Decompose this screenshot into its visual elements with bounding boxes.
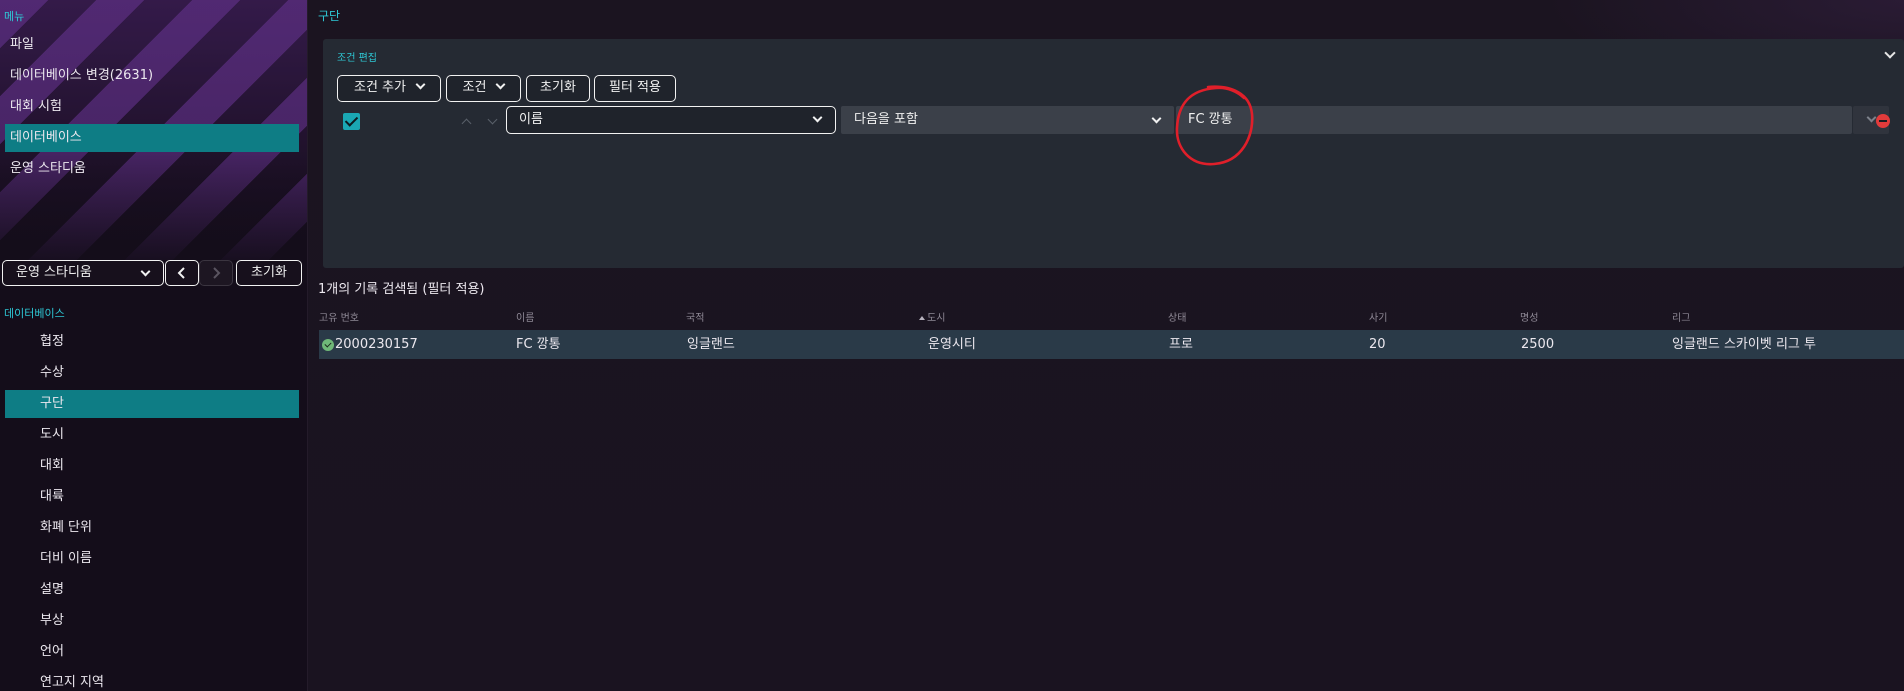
filter-panel: 조건 편집 조건 추가 조건 초기화 필터 적용 이름 다음을 포함 xyxy=(323,39,1904,268)
column-header-city[interactable]: 도시 xyxy=(919,309,945,324)
check-circle-icon xyxy=(322,339,334,351)
db-item-cities[interactable]: 도시 xyxy=(5,421,299,449)
add-condition-label: 조건 추가 xyxy=(354,80,406,95)
chevron-left-icon xyxy=(177,267,185,279)
condition-operator-select[interactable]: 다음을 포함 xyxy=(841,106,1174,134)
cell-reputation: 2500 xyxy=(1521,337,1555,352)
menu-item-database[interactable]: 데이터베이스 xyxy=(5,124,299,152)
column-header-reputation[interactable]: 명성 xyxy=(1520,309,1538,324)
column-header-morale[interactable]: 사기 xyxy=(1369,309,1387,324)
column-header-league[interactable]: 리그 xyxy=(1672,309,1690,324)
table-row[interactable]: 2000230157 FC 깡통 잉글랜드 운영시티 프로 20 2500 잉글… xyxy=(319,330,1904,359)
condition-enabled-checkbox[interactable] xyxy=(343,113,360,130)
db-item-derby-names[interactable]: 더비 이름 xyxy=(5,545,299,573)
condition-button[interactable]: 조건 xyxy=(446,75,521,102)
column-header-nationality[interactable]: 국적 xyxy=(686,309,704,324)
add-condition-button[interactable]: 조건 추가 xyxy=(337,75,441,102)
cell-status: 프로 xyxy=(1169,337,1193,352)
menu-item-competition-test[interactable]: 대회 시험 xyxy=(5,93,299,121)
sidebar: 메뉴 파일 데이터베이스 변경(2631) 대회 시험 데이터베이스 운영 스타… xyxy=(0,0,308,691)
db-item-descriptions[interactable]: 설명 xyxy=(5,576,299,604)
menu-item-file[interactable]: 파일 xyxy=(5,31,299,59)
db-item-agreement[interactable]: 협정 xyxy=(5,328,299,356)
condition-field-value: 이름 xyxy=(519,112,543,127)
menu-section-label: 메뉴 xyxy=(4,10,25,23)
chevron-down-icon xyxy=(496,79,506,90)
apply-filter-button[interactable]: 필터 적용 xyxy=(594,75,676,102)
filter-panel-title: 조건 편집 xyxy=(337,53,377,64)
cell-city: 운영시티 xyxy=(928,337,976,352)
chevron-down-icon xyxy=(1151,113,1162,124)
db-item-continents[interactable]: 대륙 xyxy=(5,483,299,511)
column-header-status[interactable]: 상태 xyxy=(1168,309,1186,324)
db-item-clubs[interactable]: 구단 xyxy=(5,390,299,418)
db-item-competitions[interactable]: 대회 xyxy=(5,452,299,480)
chevron-down-icon xyxy=(812,112,823,123)
sidebar-reset-button[interactable]: 초기화 xyxy=(236,260,302,286)
remove-condition-icon[interactable] xyxy=(1876,114,1890,128)
cell-id: 2000230157 xyxy=(335,337,418,352)
next-button[interactable] xyxy=(199,260,233,286)
menu-item-operating-stadium[interactable]: 운영 스타디움 xyxy=(5,155,299,183)
chevron-down-icon xyxy=(415,79,426,90)
condition-operator-value: 다음을 포함 xyxy=(854,112,918,127)
cell-morale: 20 xyxy=(1369,337,1386,352)
collapse-chevron-icon[interactable] xyxy=(1884,47,1896,59)
db-item-currencies[interactable]: 화폐 단위 xyxy=(5,514,299,542)
condition-label: 조건 xyxy=(462,80,487,95)
column-header-city-label: 도시 xyxy=(927,313,946,324)
condition-value-input[interactable] xyxy=(1176,106,1852,134)
page-title: 구단 xyxy=(318,9,341,23)
stadium-select-value: 운영 스타디움 xyxy=(16,265,92,280)
chevron-right-icon xyxy=(213,267,221,279)
database-section-label: 데이터베이스 xyxy=(4,307,65,320)
results-count: 1개의 기록 검색됨 (필터 적용) xyxy=(318,282,485,297)
filter-reset-button[interactable]: 초기화 xyxy=(526,75,590,102)
sort-ascending-icon xyxy=(919,316,925,320)
chevron-down-icon xyxy=(140,266,151,277)
column-header-name[interactable]: 이름 xyxy=(516,309,534,324)
db-item-injuries[interactable]: 부상 xyxy=(5,607,299,635)
condition-field-select[interactable]: 이름 xyxy=(506,106,836,134)
move-down-icon[interactable] xyxy=(487,114,498,125)
prev-button[interactable] xyxy=(165,260,199,286)
chevron-down-icon xyxy=(1866,112,1877,123)
stadium-select[interactable]: 운영 스타디움 xyxy=(2,260,164,286)
move-up-icon[interactable] xyxy=(461,118,472,129)
db-item-languages[interactable]: 언어 xyxy=(5,638,299,666)
db-item-local-regions[interactable]: 연고지 지역 xyxy=(5,669,299,691)
column-header-id[interactable]: 고유 번호 xyxy=(319,309,359,324)
cell-name: FC 깡통 xyxy=(516,337,561,352)
cell-league: 잉글랜드 스카이벳 리그 투 xyxy=(1672,337,1816,352)
menu-item-change-database[interactable]: 데이터베이스 변경(2631) xyxy=(5,62,299,90)
cell-nationality: 잉글랜드 xyxy=(687,337,735,352)
db-item-awards[interactable]: 수상 xyxy=(5,359,299,387)
